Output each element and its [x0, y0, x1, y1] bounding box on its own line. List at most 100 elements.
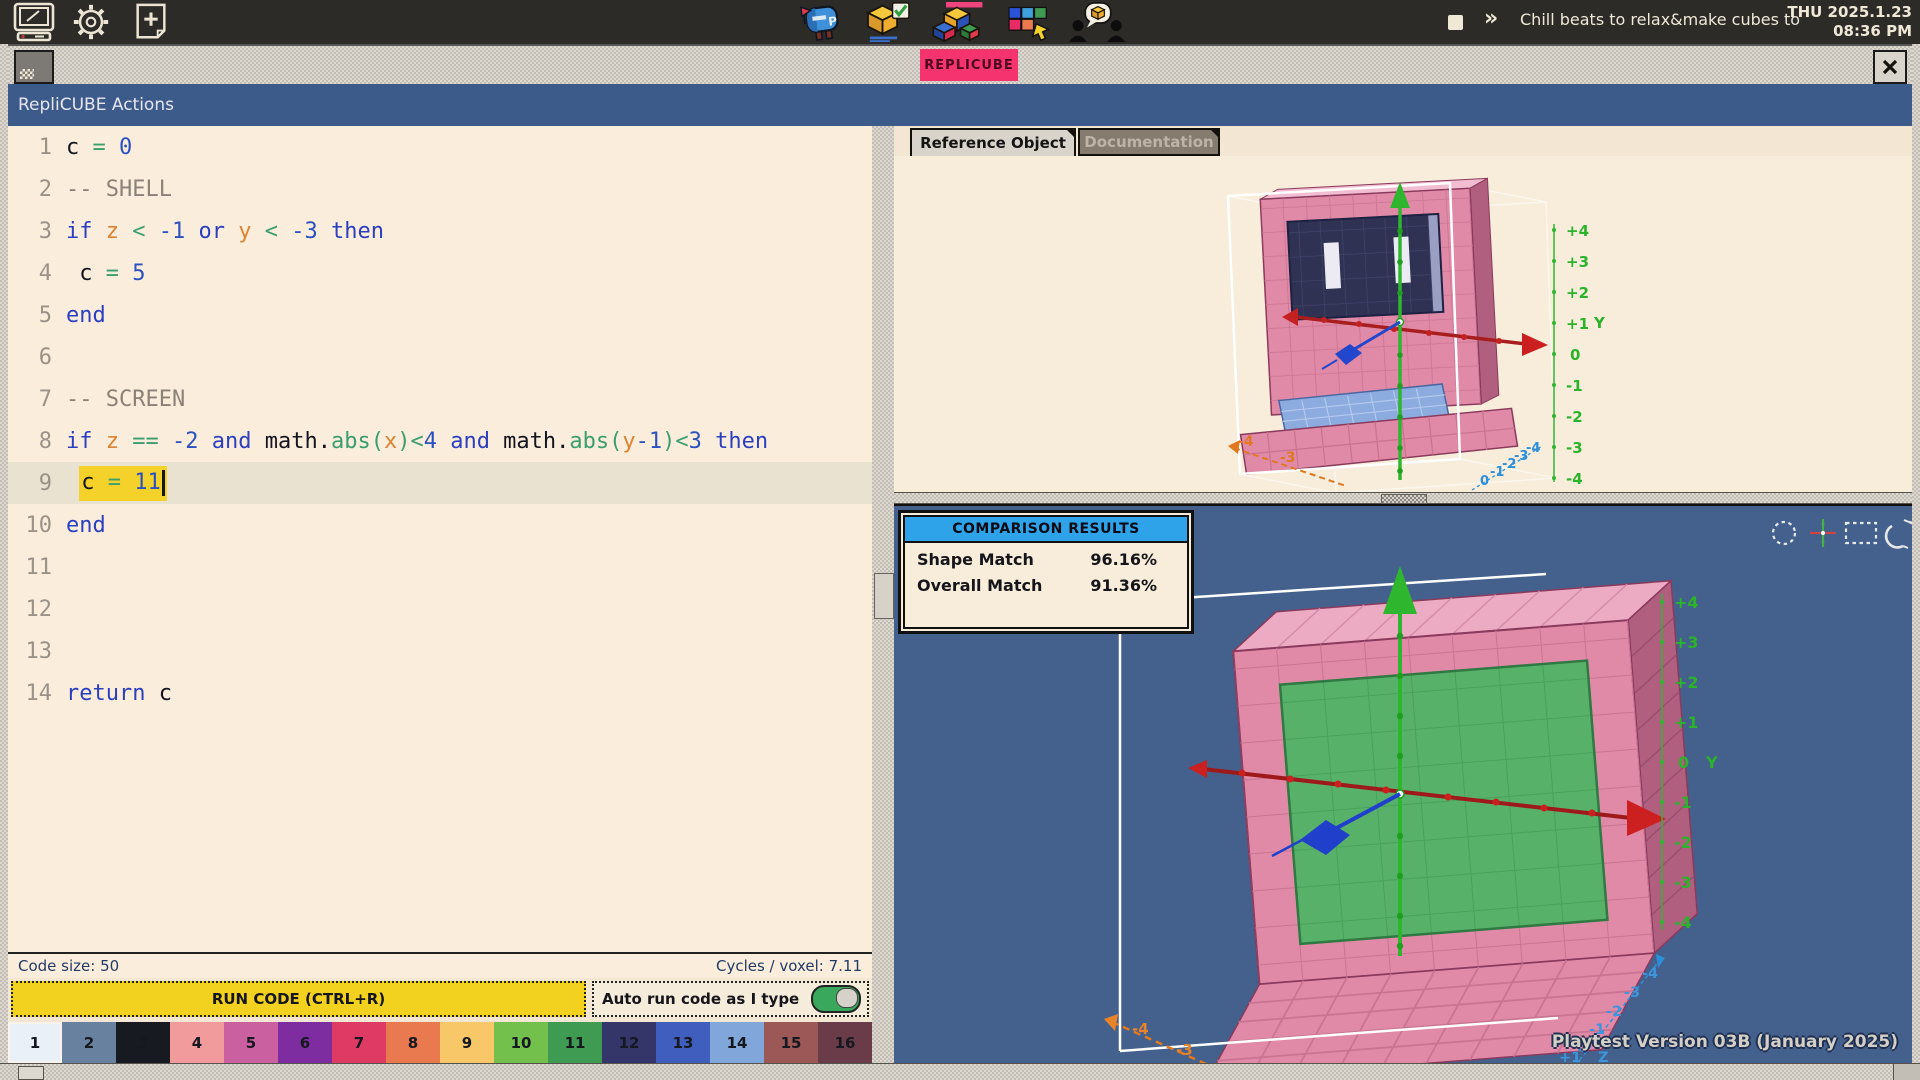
clock-date: THU 2025.1.23 — [1787, 3, 1912, 22]
palette-color-5[interactable]: 5 — [224, 1022, 278, 1063]
palette-color-16[interactable]: 16 — [818, 1022, 872, 1063]
palette-color-8[interactable]: 8 — [386, 1022, 440, 1063]
code-editor[interactable]: 1c = 02-- SHELL3if z < -1 or y < -3 then… — [8, 126, 872, 1063]
axes-icon[interactable] — [1810, 519, 1836, 547]
code-line[interactable]: 7-- SCREEN — [8, 378, 872, 420]
bottom-scrollbar-thumb[interactable] — [18, 1066, 44, 1080]
code-line[interactable]: 10end — [8, 504, 872, 546]
divider-thumb[interactable] — [874, 573, 894, 619]
y-axis-ruler: +4 +3 +2 +1 0 -1 -2 -3 -4 Y — [1552, 222, 1606, 488]
line-number: 2 — [8, 177, 66, 202]
palette-color-15[interactable]: 15 — [764, 1022, 818, 1063]
svg-text:-1: -1 — [1674, 793, 1692, 812]
palette-color-12[interactable]: 12 — [602, 1022, 656, 1063]
close-button[interactable] — [1873, 50, 1907, 84]
svg-text:-4: -4 — [1132, 1020, 1149, 1038]
computer-icon[interactable] — [10, 2, 58, 42]
line-number: 9 — [8, 471, 66, 496]
svg-text:+4: +4 — [1674, 593, 1699, 612]
comparison-value: 96.16% — [1090, 550, 1157, 569]
tab-reference-object[interactable]: Reference Object — [910, 128, 1076, 156]
palette-color-13[interactable]: 13 — [656, 1022, 710, 1063]
autorun-control[interactable]: Auto run code as I type — [592, 981, 869, 1017]
comparison-results-panel: COMPARISON RESULTS Shape Match 96.16% Ov… — [898, 510, 1194, 634]
code-line[interactable]: 14return c — [8, 672, 872, 714]
window-titlebar[interactable]: REPLICUBE — [8, 44, 1912, 88]
palette-color-6[interactable]: 6 — [278, 1022, 332, 1063]
svg-text:+1: +1 — [1674, 713, 1699, 732]
palette-color-11[interactable]: 11 — [548, 1022, 602, 1063]
window-menu-icon[interactable] — [14, 50, 54, 84]
cubes-icon[interactable] — [927, 2, 985, 42]
panel-divider[interactable] — [872, 126, 894, 1063]
code-line[interactable]: 12 — [8, 588, 872, 630]
view-tool-icons — [1773, 519, 1912, 548]
mailbox-icon[interactable]: P — [795, 2, 849, 42]
code-line[interactable]: 1c = 0 — [8, 126, 872, 168]
code-line[interactable]: 8if z == -2 and math.abs(x)<4 and math.a… — [8, 420, 872, 462]
svg-text:-3: -3 — [1176, 1041, 1193, 1059]
code-line[interactable]: 9 c = 11 — [8, 462, 872, 504]
palette-color-4[interactable]: 4 — [170, 1022, 224, 1063]
music-skip-icon[interactable]: » — [1484, 6, 1498, 31]
code-line[interactable]: 13 — [8, 630, 872, 672]
bottom-scrollbar[interactable] — [0, 1063, 1920, 1080]
autorun-toggle[interactable] — [811, 985, 861, 1013]
svg-text:+4: +4 — [1566, 222, 1589, 240]
svg-text:0: 0 — [1570, 346, 1580, 364]
code-line[interactable]: 5end — [8, 294, 872, 336]
window-app-tab[interactable]: REPLICUBE — [920, 49, 1018, 81]
window-left-border — [0, 44, 8, 1080]
line-number: 13 — [8, 639, 66, 664]
comparison-row: Overall Match 91.36% — [905, 569, 1187, 595]
chat-cube-icon[interactable] — [1066, 2, 1130, 42]
line-number: 1 — [8, 135, 66, 160]
code-line[interactable]: 11 — [8, 546, 872, 588]
tab-fold-icon — [1065, 128, 1076, 139]
run-code-button[interactable]: RUN CODE (CTRL+R) — [11, 981, 586, 1017]
code-line[interactable]: 6 — [8, 336, 872, 378]
tab-label: Reference Object — [920, 134, 1066, 152]
clock: THU 2025.1.23 08:36 PM — [1787, 3, 1912, 41]
palette-color-14[interactable]: 14 — [710, 1022, 764, 1063]
line-number: 14 — [8, 681, 66, 706]
code-line[interactable]: 2-- SHELL — [8, 168, 872, 210]
music-stop-icon[interactable] — [1448, 15, 1463, 30]
svg-text:-3: -3 — [1624, 985, 1640, 1001]
svg-text:+3: +3 — [1566, 253, 1589, 271]
settings-gear-icon[interactable] — [68, 2, 114, 42]
tab-label: Documentation — [1084, 133, 1213, 151]
tab-documentation[interactable]: Documentation — [1078, 128, 1220, 156]
selection-circle-icon[interactable] — [1773, 522, 1795, 544]
palette-color-7[interactable]: 7 — [332, 1022, 386, 1063]
svg-text:-4: -4 — [1642, 966, 1658, 982]
svg-text:-1: -1 — [1566, 377, 1583, 395]
new-file-icon[interactable] — [132, 2, 170, 42]
panel-splitter[interactable] — [894, 492, 1912, 504]
code-line[interactable]: 4 c = 5 — [8, 252, 872, 294]
build-viewport[interactable]: +4 +3 +2 +1 0 -1 -2 -3 -4 Y -4 — [894, 504, 1912, 1063]
svg-text:-3: -3 — [1674, 873, 1692, 892]
palette-color-9[interactable]: 9 — [440, 1022, 494, 1063]
selection-box-icon[interactable] — [1846, 523, 1876, 543]
palette-color-2[interactable]: 2 — [62, 1022, 116, 1063]
palette-grid-icon[interactable] — [1004, 2, 1054, 42]
line-number: 5 — [8, 303, 66, 328]
line-number: 7 — [8, 387, 66, 412]
palette-color-3[interactable]: 3 — [116, 1022, 170, 1063]
tab-fold-icon — [1209, 128, 1220, 139]
palette-color-1[interactable]: 1 — [8, 1022, 62, 1063]
comparison-title: COMPARISON RESULTS — [905, 517, 1187, 543]
comparison-row: Shape Match 96.16% — [905, 543, 1187, 569]
code-lines[interactable]: 1c = 02-- SHELL3if z < -1 or y < -3 then… — [8, 126, 872, 952]
reference-3d-view[interactable]: +4 +3 +2 +1 0 -1 -2 -3 -4 Y -4 -3 — [894, 156, 1912, 492]
version-text: Playtest Version 03B (January 2025) — [1552, 1032, 1898, 1052]
right-scrollbar[interactable] — [1912, 44, 1920, 1080]
palette-color-10[interactable]: 10 — [494, 1022, 548, 1063]
splitter-handle[interactable] — [1381, 494, 1427, 504]
cube-check-icon[interactable] — [860, 2, 916, 42]
rotate-icon[interactable] — [1886, 520, 1912, 548]
svg-text:+3: +3 — [1674, 633, 1699, 652]
close-icon — [1882, 59, 1898, 75]
code-line[interactable]: 3if z < -1 or y < -3 then — [8, 210, 872, 252]
